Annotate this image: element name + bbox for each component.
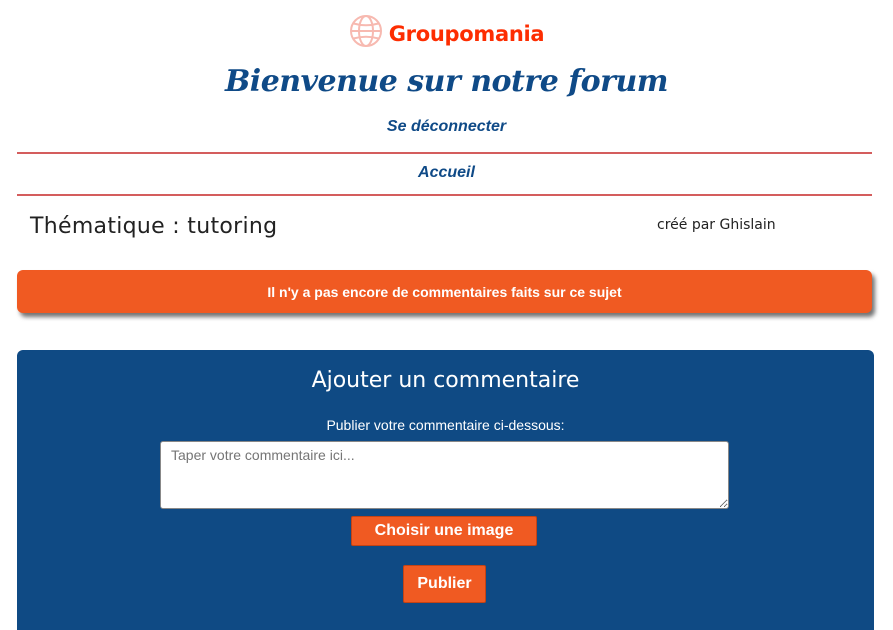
choose-image-button[interactable]: Choisir une image: [351, 516, 537, 546]
notice-text: Il n'y a pas encore de commentaires fait…: [267, 283, 622, 300]
topic-theme: Thématique : tutoring: [30, 214, 278, 239]
add-comment-panel: Ajouter un commentaire Publier votre com…: [17, 350, 874, 630]
publish-button[interactable]: Publier: [403, 565, 486, 603]
comment-input[interactable]: [160, 441, 729, 509]
globe-icon: [349, 14, 383, 53]
topic-author: créé par Ghislain: [657, 217, 776, 233]
home-link[interactable]: Accueil: [0, 164, 893, 182]
brand-logo: Groupomania: [0, 14, 893, 53]
brand-name: Groupomania: [388, 21, 545, 46]
comment-label: Publier votre commentaire ci-dessous:: [326, 417, 565, 433]
page-title: Bienvenue sur notre forum: [224, 64, 669, 99]
no-comments-notice: Il n'y a pas encore de commentaires fait…: [17, 270, 872, 313]
add-comment-title: Ajouter un commentaire: [311, 368, 580, 393]
divider-top: [17, 152, 872, 154]
logout-link[interactable]: Se déconnecter: [0, 118, 893, 136]
divider-bottom: [17, 194, 872, 196]
